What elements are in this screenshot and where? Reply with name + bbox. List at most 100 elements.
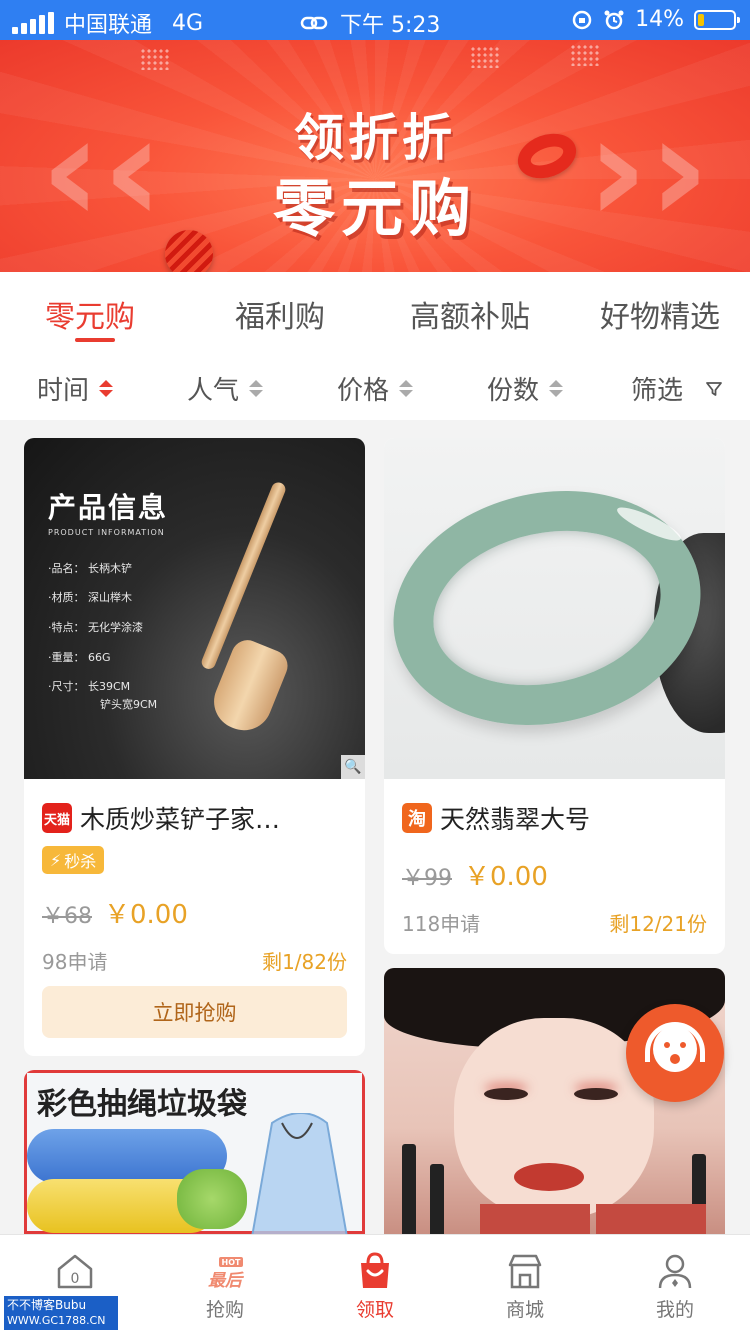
sort-arrows-icon — [249, 380, 264, 397]
watermark: 不不博客Bubu WWW.GC1788.CN — [4, 1296, 118, 1330]
price-row: ￥68 ￥0.00 — [42, 894, 188, 931]
sort-arrows-icon — [99, 380, 114, 397]
original-price: ￥68 — [42, 904, 92, 929]
filter-icon — [706, 381, 722, 396]
tab-good-picks[interactable]: 好物精选 — [565, 292, 750, 336]
nav-label: 商城 — [505, 1299, 544, 1321]
watermark-line2: WWW.GC1788.CN — [7, 1314, 106, 1327]
svg-text:HOT: HOT — [222, 1258, 241, 1267]
nav-profile[interactable]: 我的 — [600, 1235, 750, 1334]
status-bar: 中国联通 4G 下午 5:23 14% — [0, 0, 750, 40]
sort-arrows-icon — [549, 380, 564, 397]
image-spec: ·尺寸： 长39CM — [48, 680, 131, 693]
active-tab-indicator — [75, 338, 115, 342]
sort-time-label: 时间 — [37, 376, 90, 406]
current-price: ￥0.00 — [464, 862, 548, 892]
sort-time[interactable]: 时间 — [37, 370, 114, 407]
profile-icon — [658, 1254, 692, 1289]
image-spec: ·重量： 66G — [48, 651, 111, 664]
image-spec: 铲头宽9CM — [100, 698, 158, 711]
product-card[interactable]: 淘 天然翡翠大号 ￥99 ￥0.00 118申请 剩12/21份 — [384, 438, 725, 954]
category-tabs: 零元购 福利购 高额补贴 好物精选 — [0, 272, 750, 350]
lipstick-tube — [430, 1164, 444, 1234]
battery-icon — [694, 9, 740, 30]
carrier-name: 中国联通 — [64, 13, 153, 38]
product-name: 天然翡翠大号 — [440, 805, 591, 834]
flash-sale-tag: ⚡ 秒杀 — [42, 846, 105, 874]
filter-label: 筛选 — [631, 376, 684, 406]
nav-claim[interactable]: 领取 — [300, 1235, 450, 1334]
product-name: 木质炒菜铲子家… — [80, 805, 281, 834]
remaining-count: 剩1/82份 — [262, 950, 347, 974]
zoom-icon[interactable]: 🔍 — [341, 755, 365, 779]
sort-bar: 时间 人气 价格 份数 筛选 — [0, 350, 750, 420]
image-title: 产品信息 — [48, 491, 169, 524]
nav-label: 抢购 — [205, 1299, 244, 1321]
signal-icon — [12, 12, 54, 34]
applied-count: 118申请 — [402, 912, 481, 936]
sort-arrows-icon — [399, 380, 414, 397]
eye-shape — [484, 1088, 528, 1100]
tab-welfare-buy[interactable]: 福利购 — [185, 292, 375, 336]
taobao-badge-icon: 淘 — [402, 803, 432, 833]
product-card[interactable]: 彩色抽绳垃圾袋 — [24, 1070, 365, 1234]
lips-shape — [514, 1163, 584, 1191]
current-price: ￥0.00 — [104, 900, 188, 930]
sort-price[interactable]: 价格 — [337, 370, 414, 407]
network-type: 4G — [172, 10, 204, 36]
lip-swatch — [480, 1204, 590, 1234]
battery-percent: 14% — [635, 7, 684, 32]
promo-banner[interactable]: ‹‹ ›› 领折折 零元购 — [0, 40, 750, 272]
image-subtitle: PRODUCT INFORMATION — [48, 528, 165, 537]
lip-swatch — [596, 1204, 706, 1234]
buy-now-button[interactable]: 立即抢购 — [42, 986, 347, 1038]
flash-sale-label: 秒杀 — [64, 852, 97, 871]
tab-zero-buy[interactable]: 零元购 — [0, 292, 185, 336]
price-row: ￥99 ￥0.00 — [402, 856, 548, 893]
jade-bangle — [384, 463, 723, 753]
customer-service-button[interactable] — [626, 1004, 724, 1102]
eye-shape — [574, 1088, 618, 1100]
sort-popularity[interactable]: 人气 — [187, 370, 264, 407]
shopping-bag-icon — [361, 1252, 389, 1288]
nav-mall[interactable]: 商城 — [450, 1235, 600, 1334]
nav-flash-buy[interactable]: HOT 最后 抢购 — [150, 1235, 300, 1334]
lightning-icon: ⚡ — [50, 850, 62, 870]
banner-title-line2: 零元购 — [272, 172, 477, 245]
hot-last-icon: HOT 最后 — [208, 1257, 245, 1291]
sort-price-label: 价格 — [337, 376, 390, 406]
tmall-badge-icon: 天猫 — [42, 803, 72, 833]
watermark-line1: 不不博客Bubu — [7, 1298, 87, 1312]
filter-button[interactable]: 筛选 — [631, 370, 723, 407]
applied-count: 98申请 — [42, 950, 108, 974]
tab-high-subsidy[interactable]: 高额补贴 — [375, 292, 565, 336]
link-icon — [300, 16, 328, 30]
product-image[interactable] — [384, 438, 725, 779]
store-icon — [508, 1254, 542, 1289]
image-title: 彩色抽绳垃圾袋 — [37, 1087, 247, 1122]
home-icon: 0 — [57, 1254, 93, 1289]
image-spec: ·特点： 无化学涂漆 — [48, 621, 143, 634]
lipstick-tube — [402, 1144, 416, 1234]
nav-label: 我的 — [655, 1299, 694, 1321]
sort-quantity-label: 份数 — [487, 376, 540, 406]
nav-label: 领取 — [355, 1299, 394, 1321]
svg-text:0: 0 — [71, 1271, 80, 1287]
clock: 下午 5:23 — [340, 13, 441, 38]
product-name-row: 天猫 木质炒菜铲子家… — [42, 800, 280, 836]
product-card[interactable]: 产品信息 PRODUCT INFORMATION ·品名： 长柄木铲 ·材质： … — [24, 438, 365, 1056]
product-name-row: 淘 天然翡翠大号 — [402, 800, 590, 836]
alarm-icon — [604, 10, 624, 29]
sort-popularity-label: 人气 — [187, 376, 240, 406]
avatar-mouth — [670, 1054, 680, 1064]
product-image[interactable]: 彩色抽绳垃圾袋 — [24, 1070, 365, 1234]
image-spec: ·材质： 深山榉木 — [48, 591, 132, 604]
sort-quantity[interactable]: 份数 — [487, 370, 564, 407]
rotation-lock-icon — [572, 10, 592, 29]
product-image[interactable]: 产品信息 PRODUCT INFORMATION ·品名： 长柄木铲 ·材质： … — [24, 438, 365, 779]
bag-drawing — [251, 1113, 348, 1234]
image-spec: ·品名： 长柄木铲 — [48, 562, 132, 575]
remaining-count: 剩12/21份 — [609, 912, 707, 936]
original-price: ￥99 — [402, 866, 452, 891]
svg-text:最后: 最后 — [208, 1271, 245, 1291]
